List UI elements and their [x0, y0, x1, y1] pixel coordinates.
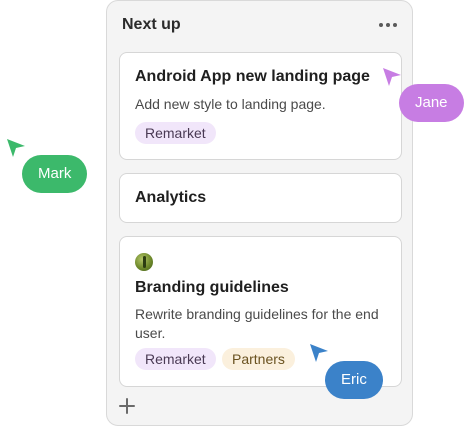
- column-title: Next up: [122, 16, 181, 33]
- task-card-android-landing[interactable]: Android App new landing page Add new sty…: [119, 52, 402, 160]
- card-title: Analytics: [135, 189, 207, 206]
- more-options-icon[interactable]: [379, 20, 401, 30]
- collaborator-name-mark: Mark: [22, 155, 88, 193]
- collaborator-name-jane: Jane: [399, 84, 464, 122]
- card-title: Android App new landing page: [135, 68, 370, 85]
- tag-remarket[interactable]: Remarket: [135, 348, 216, 370]
- tag-remarket[interactable]: Remarket: [135, 122, 216, 144]
- card-title: Branding guidelines: [135, 279, 289, 296]
- tag-partners[interactable]: Partners: [222, 348, 295, 370]
- collaborator-name-eric: Eric: [325, 361, 383, 399]
- card-description: Add new style to landing page.: [135, 96, 326, 112]
- mark-cursor-icon: [7, 139, 25, 157]
- add-card-plus-icon[interactable]: [118, 397, 136, 415]
- task-card-analytics[interactable]: Analytics: [119, 173, 402, 223]
- board-canvas: Next up Android App new landing page Add…: [0, 0, 468, 427]
- eric-cursor-icon: [310, 344, 328, 362]
- card-description: Rewrite branding guidelines for the end …: [135, 306, 379, 341]
- assignee-avatar[interactable]: [135, 253, 153, 271]
- jane-cursor-icon: [383, 68, 401, 86]
